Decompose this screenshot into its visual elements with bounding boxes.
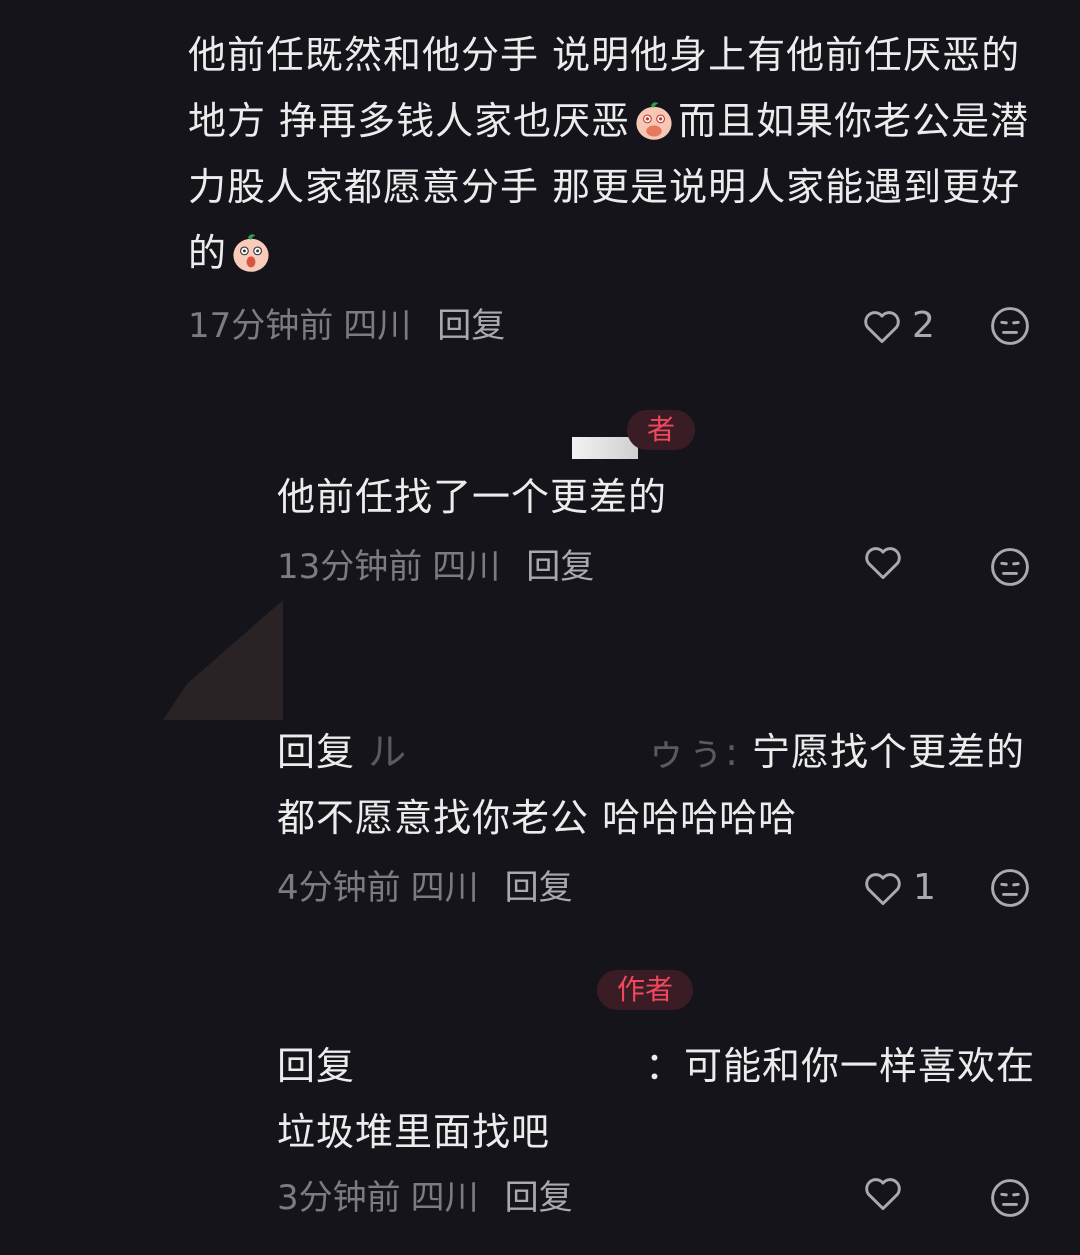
comment: 者 他前任找了一个更差的 13分钟前 四川 回复 [277, 400, 1047, 594]
comment-meta: 4分钟前 四川 回复 1 [277, 861, 1047, 915]
covering-mouth-emoji-icon [636, 102, 672, 140]
heart-icon [865, 873, 901, 906]
comment: 作者 回复 ：可能和你一样喜欢在垃圾堆里面找吧 3分钟前 四川 回复 [277, 965, 1047, 1225]
comment-text: 回复 ルゥぅ: 宁愿找个更差的都不愿意找你老公 哈哈哈哈哈 [277, 730, 1026, 840]
reply-button[interactable]: 回复 [437, 306, 505, 346]
comment: 他前任既然和他分手 说明他身上有他前任厌恶的地方 挣再多钱人家也厌恶 而且如果你… [188, 22, 1058, 353]
comment-meta: 17分钟前 四川 回复 2 [188, 299, 1058, 353]
timestamp: 3分钟前 [277, 1178, 401, 1218]
censored-avatar [163, 600, 283, 720]
dislike-face-icon[interactable] [988, 304, 1032, 348]
location: 四川 [343, 306, 412, 346]
dislike-face-icon[interactable] [988, 545, 1032, 589]
comment-text: 他前任找了一个更差的 [277, 475, 668, 519]
masked-username [355, 1045, 646, 1085]
like-button[interactable] [861, 540, 913, 584]
timestamp: 13分钟前 [277, 547, 423, 587]
author-badge: 者 [627, 410, 696, 450]
heart-icon [865, 1178, 901, 1211]
location: 四川 [410, 868, 479, 908]
timestamp: 4分钟前 [277, 868, 401, 908]
comment-text: 他前任既然和他分手 说明他身上有他前任厌恶的地方 挣再多钱人家也厌恶 而且如果你… [188, 33, 1030, 275]
reply-prefix: 回复 [277, 730, 356, 774]
comment-meta: 3分钟前 四川 回复 [277, 1171, 1047, 1225]
reply-button[interactable]: 回复 [505, 1178, 573, 1218]
comment-meta: 13分钟前 四川 回复 [277, 540, 1047, 594]
like-count: 2 [912, 305, 935, 346]
location: 四川 [410, 1178, 479, 1218]
timestamp: 17分钟前 [188, 306, 334, 346]
like-count: 1 [913, 867, 936, 908]
heart-icon [865, 547, 901, 580]
heart-icon [864, 311, 900, 344]
masked-username: ルゥぅ: [368, 730, 739, 774]
reply-button[interactable]: 回复 [526, 547, 594, 587]
like-button[interactable]: 1 [861, 861, 936, 915]
comment: 回复 ルゥぅ: 宁愿找个更差的都不愿意找你老公 哈哈哈哈哈 4分钟前 四川 回复 1 [277, 600, 1047, 915]
like-button[interactable]: 2 [860, 299, 935, 353]
shocked-emoji-icon [233, 234, 269, 272]
like-button[interactable] [861, 1171, 913, 1215]
comment-text: 回复 ：可能和你一样喜欢在垃圾堆里面找吧 [277, 1044, 1036, 1154]
reply-button[interactable]: 回复 [505, 868, 573, 908]
reply-prefix: 回复 [277, 1044, 356, 1088]
dislike-face-icon[interactable] [988, 1176, 1032, 1220]
location: 四川 [432, 547, 501, 587]
author-badge: 作者 [597, 970, 694, 1010]
dislike-face-icon[interactable] [988, 866, 1032, 910]
